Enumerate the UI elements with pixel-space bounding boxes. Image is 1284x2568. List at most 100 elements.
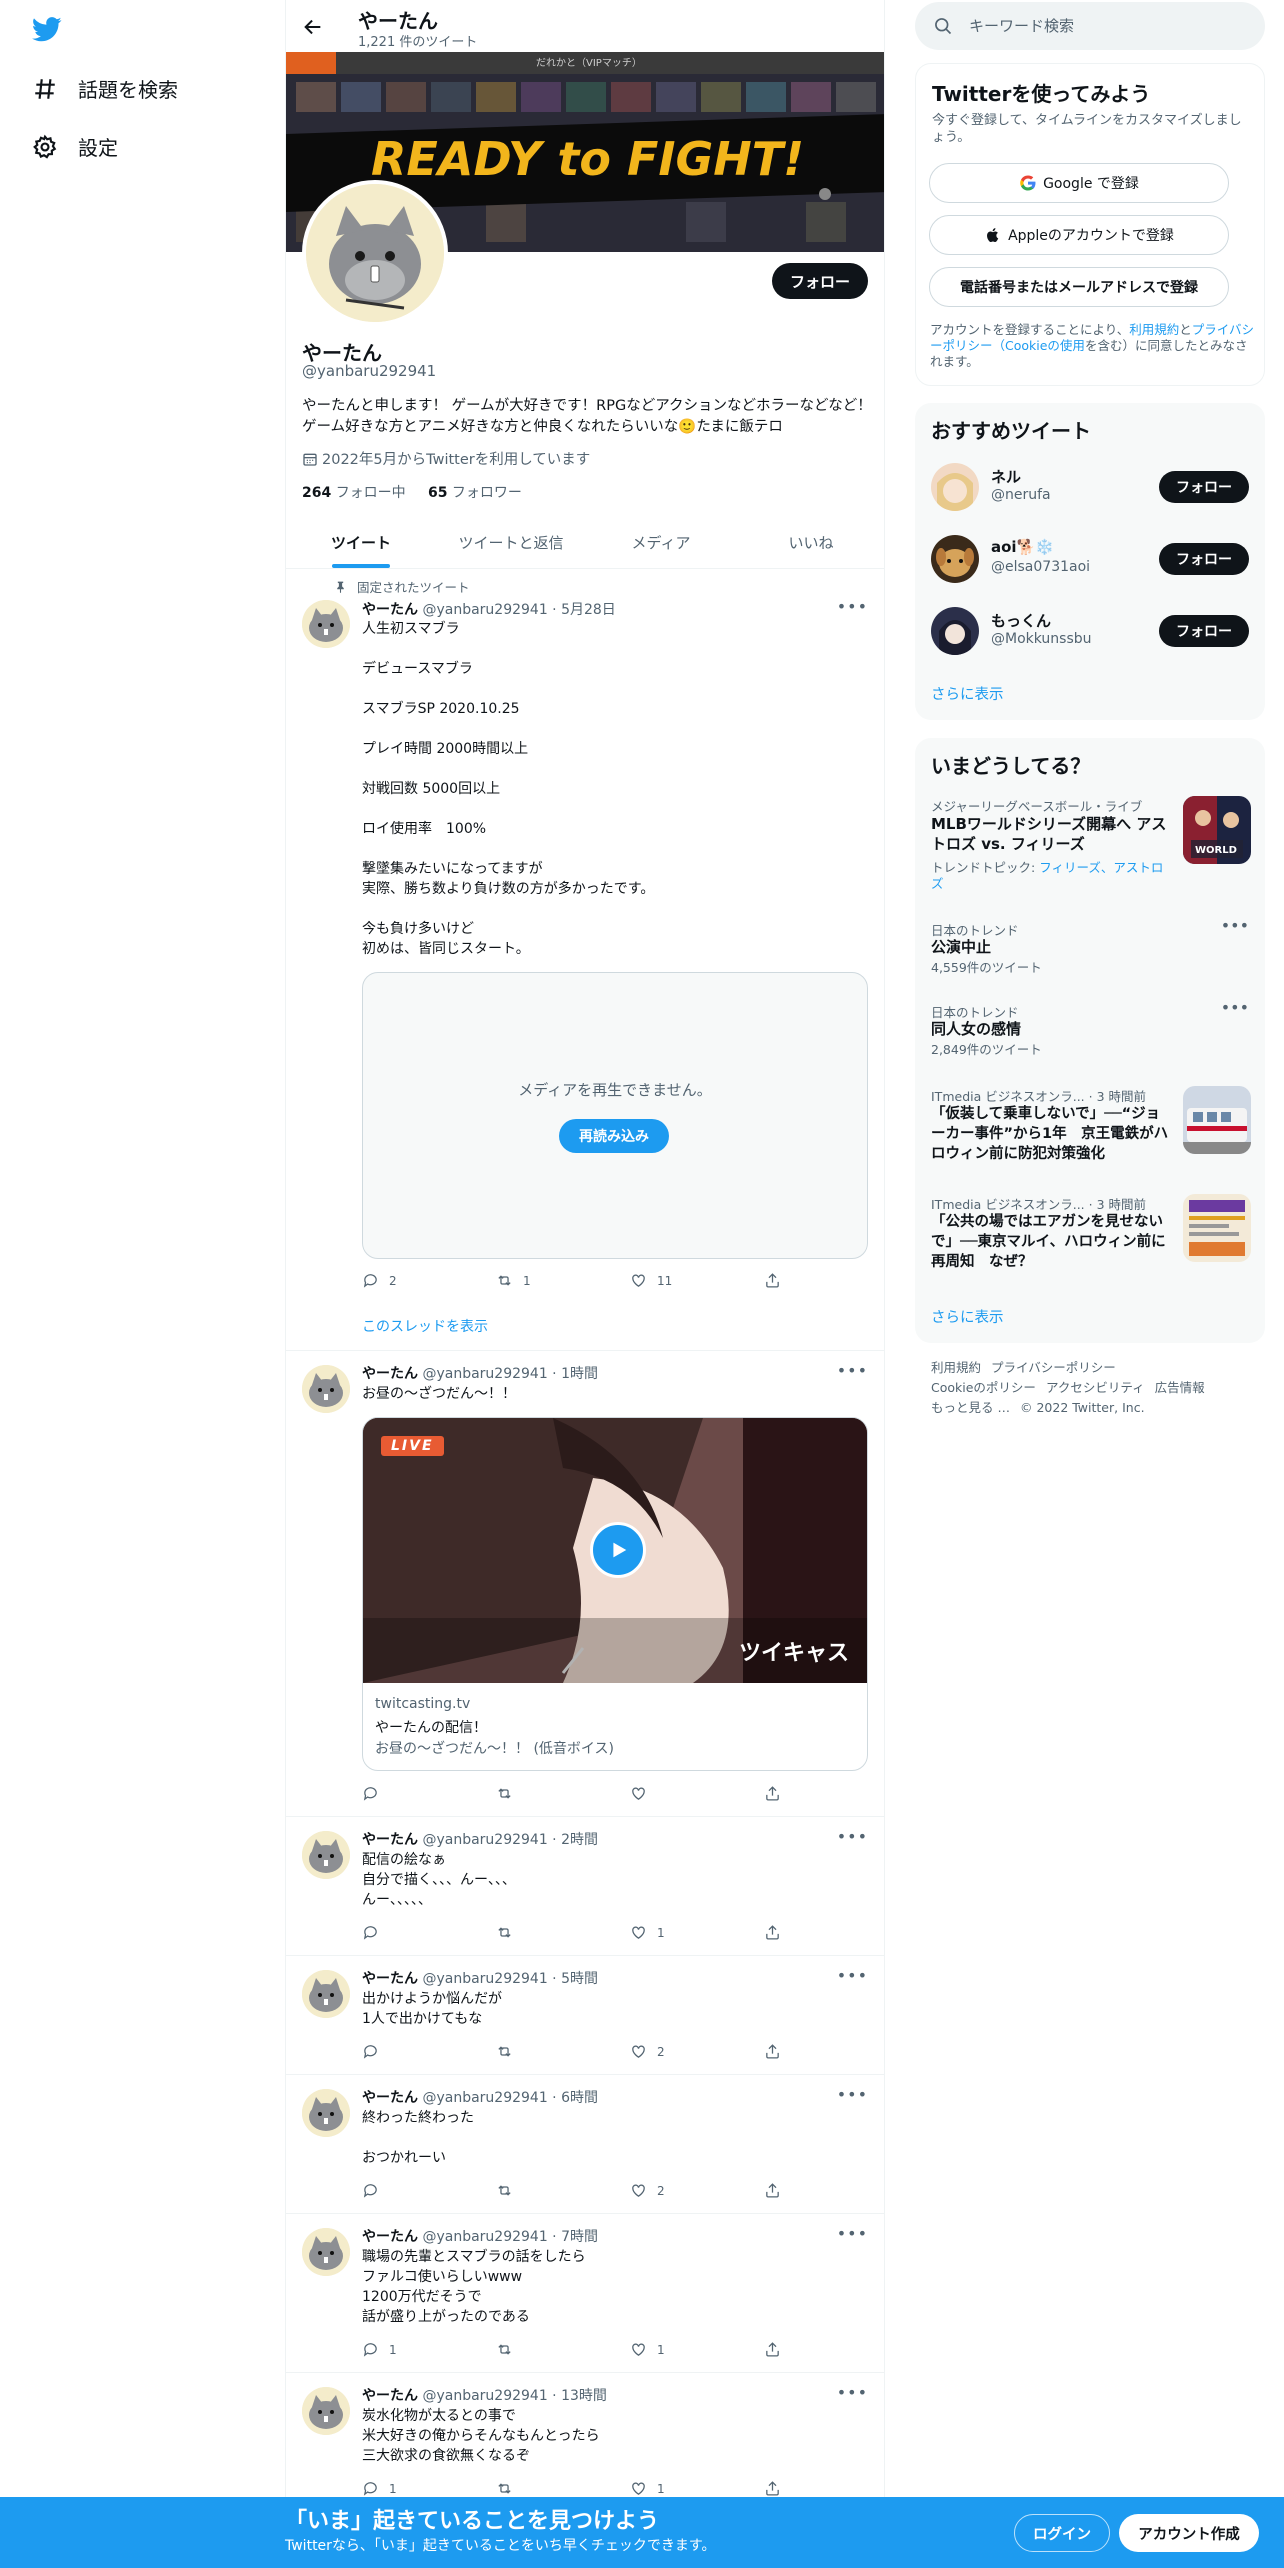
like-button[interactable]: 2 [630,2043,665,2060]
tweet-author[interactable]: やーたん [362,602,418,618]
profile-avatar[interactable] [302,180,448,326]
more-options-icon[interactable]: ••• [837,597,868,616]
tweet-item[interactable]: やーたん @yanbaru292941 · 2時間 ••• 配信の絵なぁ 自分で… [286,1817,884,1956]
tweet-avatar[interactable] [302,1365,350,1413]
share-button[interactable] [764,1785,791,1802]
login-button[interactable]: ログイン [1014,2514,1110,2552]
tweet-author[interactable]: やーたん [362,1971,418,1987]
reload-button[interactable]: 再読み込み [559,1119,669,1153]
apple-signup-button[interactable]: Appleのアカウントで登録 [929,215,1229,255]
terms-of-service-link[interactable]: 利用規約 [1129,322,1179,337]
like-button[interactable]: 2 [630,2182,665,2199]
following-link[interactable]: 264 フォロー中 [302,485,406,501]
more-options-icon[interactable]: ••• [1221,998,1249,1017]
tweet-item[interactable]: やーたん @yanbaru292941 · 5時間 ••• 出かけようか悩んだが… [286,1956,884,2075]
back-arrow-icon[interactable] [302,16,324,38]
more-options-icon[interactable]: ••• [837,2224,868,2243]
retweet-button[interactable] [496,2043,523,2060]
tweet-avatar[interactable] [302,2089,350,2137]
share-button[interactable] [764,2480,791,2497]
create-account-button[interactable]: アカウント作成 [1119,2514,1259,2552]
share-button[interactable] [764,1272,791,1289]
footer-more-link[interactable]: もっと見る … [931,1400,1010,1415]
retweet-button[interactable] [496,2480,523,2497]
reply-button[interactable] [362,2043,389,2060]
reply-button[interactable] [362,1785,389,1802]
trend-item[interactable]: 日本のトレンド 同人女の感情 2,849件のツイート ••• [915,998,1265,1072]
recommended-user[interactable]: もっくん @Mokkunssbu フォロー [915,595,1265,667]
recommended-user[interactable]: ネル @nerufa フォロー [915,451,1265,523]
tweet-avatar[interactable] [302,1831,350,1879]
retweet-button[interactable]: 1 [496,1272,531,1289]
footer-link[interactable]: 広告情報 [1155,1380,1205,1395]
tweet-avatar[interactable] [302,2387,350,2435]
reply-button[interactable]: 1 [362,2480,397,2497]
news-item[interactable]: ITmedia ビジネスオンラ... · 3 時間前 「仮装して乗車しないで」─… [915,1086,1265,1186]
share-button[interactable] [764,2043,791,2060]
show-more-recommended-link[interactable]: さらに表示 [931,683,1004,704]
tab-media[interactable]: メディア [586,516,736,568]
recommended-user[interactable]: aoi🐕❄️ @elsa0731aoi フォロー [915,523,1265,595]
nav-explore[interactable]: 話題を検索 [32,74,178,103]
phone-email-signup-button[interactable]: 電話番号またはメールアドレスで登録 [929,267,1229,307]
more-options-icon[interactable]: ••• [837,2383,868,2402]
retweet-button[interactable] [496,1785,523,1802]
reply-button[interactable]: 2 [362,1272,397,1289]
tweet-author[interactable]: やーたん [362,1832,418,1848]
show-more-trends-link[interactable]: さらに表示 [931,1306,1004,1327]
tab-likes[interactable]: いいね [736,516,884,568]
reply-button[interactable]: 1 [362,2341,397,2358]
google-signup-button[interactable]: Google で登録 [929,163,1229,203]
tweet-avatar[interactable] [302,600,350,648]
trend-item[interactable]: メジャーリーグベースボール・ライブ MLBワールドシリーズ開幕へ アストロズ v… [915,796,1265,906]
show-thread-link[interactable]: このスレッドを表示 [362,1316,488,1336]
link-card[interactable]: LIVE ツイキャス twitcasting.tv やーたんの配信！ お昼の〜ざ… [362,1417,868,1771]
play-button-icon[interactable] [590,1522,646,1578]
more-options-icon[interactable]: ••• [837,2085,868,2104]
like-button[interactable]: 1 [630,2341,665,2358]
search-box[interactable] [915,2,1265,50]
tweet-author[interactable]: やーたん [362,1366,418,1382]
retweet-button[interactable] [496,1924,523,1941]
more-options-icon[interactable]: ••• [837,1966,868,1985]
followers-link[interactable]: 65 フォロワー [428,485,522,501]
footer-link[interactable]: プライバシーポリシー [991,1360,1116,1375]
twitter-logo-icon[interactable] [30,14,64,44]
reply-button[interactable] [362,1924,389,1941]
follow-button[interactable]: フォロー [771,263,868,299]
tweet-author[interactable]: やーたん [362,2229,418,2245]
like-button[interactable]: 1 [630,2480,665,2497]
follow-button[interactable]: フォロー [1159,543,1249,575]
footer-link[interactable]: 利用規約 [931,1360,981,1375]
tweet-item[interactable]: やーたん @yanbaru292941 · 6時間 ••• 終わった終わった お… [286,2075,884,2214]
avatar[interactable] [931,535,979,583]
nav-settings[interactable]: 設定 [32,132,118,161]
more-options-icon[interactable]: ••• [837,1827,868,1846]
like-button[interactable] [630,1785,657,1802]
like-button[interactable]: 11 [630,1272,672,1289]
share-button[interactable] [764,2341,791,2358]
retweet-button[interactable] [496,2182,523,2199]
news-item[interactable]: ITmedia ビジネスオンラ... · 3 時間前 「公共の場ではエアガンを見… [915,1194,1265,1294]
avatar[interactable] [931,463,979,511]
tweet-author[interactable]: やーたん [362,2388,418,2404]
footer-link[interactable]: Cookieのポリシー [931,1380,1036,1395]
retweet-button[interactable] [496,2341,523,2358]
tweet-avatar[interactable] [302,2228,350,2276]
tweet-avatar[interactable] [302,1970,350,2018]
tweet-item[interactable]: やーたん @yanbaru292941 · 7時間 ••• 職場の先輩とスマブラ… [286,2214,884,2373]
search-input[interactable] [969,17,1219,35]
share-button[interactable] [764,2182,791,2199]
follow-button[interactable]: フォロー [1159,615,1249,647]
avatar[interactable] [931,607,979,655]
tab-tweets[interactable]: ツイート [286,516,436,568]
like-button[interactable]: 1 [630,1924,665,1941]
reply-button[interactable] [362,2182,389,2199]
more-options-icon[interactable]: ••• [1221,916,1249,935]
more-options-icon[interactable]: ••• [837,1361,868,1380]
trend-item[interactable]: 日本のトレンド 公演中止 4,559件のツイート ••• [915,916,1265,990]
tab-tweets-and-replies[interactable]: ツイートと返信 [436,516,586,568]
follow-button[interactable]: フォロー [1159,471,1249,503]
share-button[interactable] [764,1924,791,1941]
tweet-author[interactable]: やーたん [362,2090,418,2106]
